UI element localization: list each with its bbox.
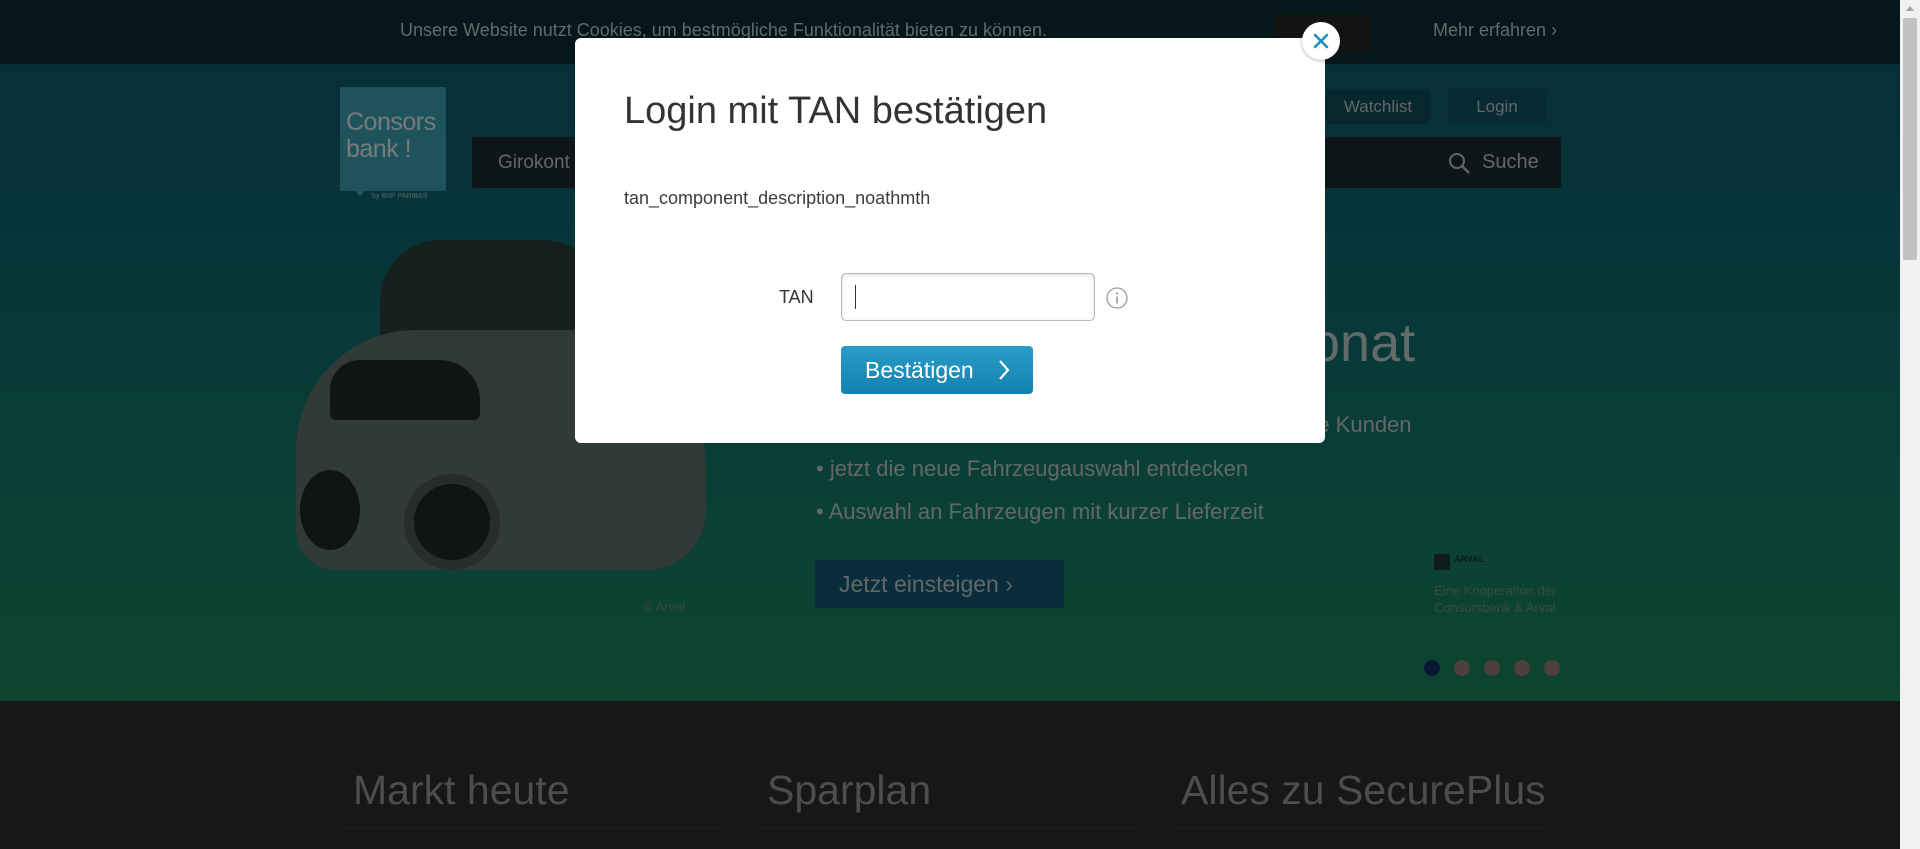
tan-label: TAN <box>779 287 814 307</box>
close-icon <box>1313 33 1329 49</box>
chevron-right-icon <box>999 360 1010 380</box>
confirm-button[interactable]: Bestätigen <box>841 346 1033 394</box>
scroll-up-arrow-icon[interactable] <box>1906 6 1914 11</box>
info-icon[interactable] <box>1105 286 1129 310</box>
close-dialog-button[interactable] <box>1302 22 1340 60</box>
confirm-button-label: Bestätigen <box>865 356 974 383</box>
dialog-description: tan_component_description_noathmth <box>624 188 931 208</box>
vertical-scrollbar[interactable] <box>1900 0 1920 849</box>
dialog-title: Login mit TAN bestätigen <box>624 90 1048 132</box>
scrollbar-thumb[interactable] <box>1903 18 1917 260</box>
tan-login-dialog: Login mit TAN bestätigen tan_component_d… <box>575 38 1325 443</box>
tan-input[interactable] <box>841 273 1095 321</box>
text-caret <box>855 285 856 309</box>
